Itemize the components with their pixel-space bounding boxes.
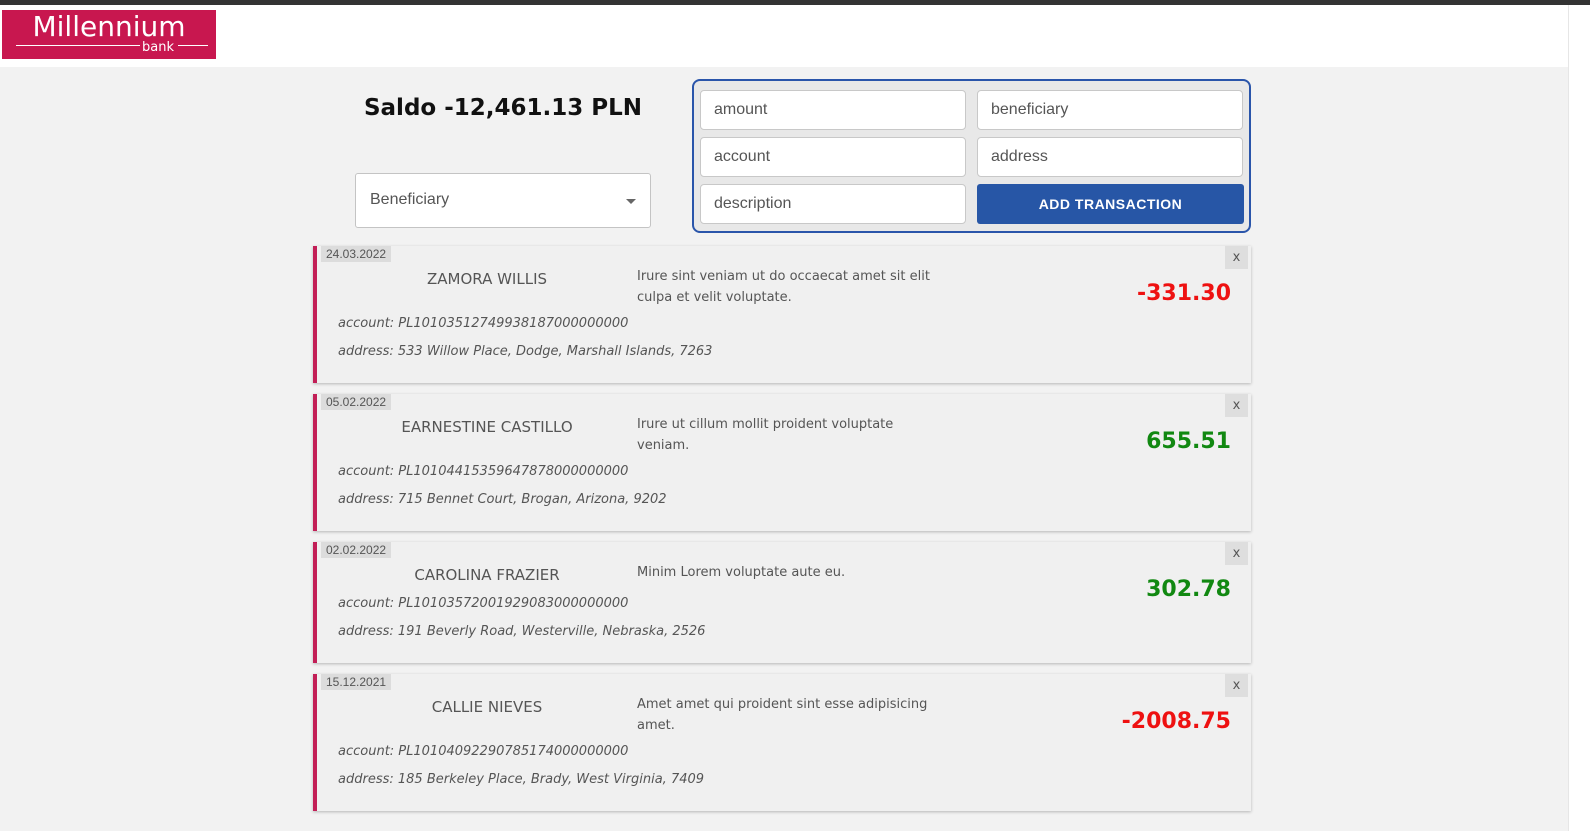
description-input[interactable] [700, 184, 966, 224]
transaction-account: account: PL10104415359647878000000000 [338, 464, 629, 479]
transaction-beneficiary: EARNESTINE CASTILLO [401, 418, 573, 436]
header: Millennium bank [0, 5, 1568, 67]
transaction-date: 02.02.2022 [321, 542, 392, 558]
transaction-address: address: 185 Berkeley Place, Brady, West… [338, 772, 705, 787]
transaction-description: Minim Lorem voluptate aute eu. [637, 565, 846, 580]
millennium-logo[interactable]: Millennium bank [2, 10, 216, 59]
beneficiary-input[interactable] [977, 90, 1243, 130]
logo-text: Millennium [32, 10, 186, 43]
select-value: Beneficiary [370, 191, 450, 208]
scrollbar[interactable] [1568, 5, 1590, 831]
chevron-down-icon [626, 199, 636, 204]
transaction-amount: -331.30 [1136, 281, 1231, 306]
transaction-address: address: 191 Beverly Road, Westerville, … [338, 624, 706, 639]
transaction-amount: -2008.75 [1121, 709, 1231, 734]
logo-subtext: bank [142, 40, 174, 55]
transaction-date: 05.02.2022 [321, 394, 392, 410]
add-transaction-form: ADD TRANSACTION [692, 79, 1251, 233]
transaction-account: account: PL10104092290785174000000000 [338, 744, 629, 759]
logo-rule-right [178, 45, 208, 46]
amount-input[interactable] [700, 90, 966, 130]
delete-transaction-button[interactable]: x [1225, 542, 1248, 565]
transaction-date: 15.12.2021 [321, 674, 392, 690]
transaction-account: account: PL10103572001929083000000000 [338, 596, 629, 611]
account-input[interactable] [700, 137, 966, 177]
transaction-address: address: 715 Bennet Court, Brogan, Arizo… [338, 492, 667, 507]
transaction-beneficiary: ZAMORA WILLIS [426, 270, 548, 288]
transaction-amount: 655.51 [1146, 429, 1231, 454]
transaction-description: Irure sint veniam ut do occaecat amet si… [637, 269, 930, 305]
transaction-address: address: 533 Willow Place, Dodge, Marsha… [338, 344, 713, 359]
delete-transaction-button[interactable]: x [1225, 674, 1248, 697]
transaction-card: 24.03.2022 ZAMORA WILLIS Irure sint veni… [313, 246, 1251, 383]
transaction-card: 05.02.2022 EARNESTINE CASTILLO Irure ut … [313, 394, 1251, 531]
delete-transaction-button[interactable]: x [1225, 246, 1248, 269]
transaction-card: 15.12.2021 CALLIE NIEVES Amet amet qui p… [313, 674, 1251, 811]
transaction-amount: 302.78 [1146, 577, 1231, 602]
transaction-description: Amet amet qui proident sint esse adipisi… [637, 697, 928, 733]
add-transaction-button[interactable]: ADD TRANSACTION [977, 184, 1244, 224]
transaction-beneficiary: CALLIE NIEVES [431, 698, 543, 716]
transaction-card: 02.02.2022 CAROLINA FRAZIER Minim Lorem … [313, 542, 1251, 663]
logo-rule [16, 45, 140, 46]
beneficiary-filter-select[interactable]: Beneficiary [355, 173, 651, 228]
transaction-description: Irure ut cillum mollit proident voluptat… [637, 417, 894, 453]
address-input[interactable] [977, 137, 1243, 177]
transaction-beneficiary: CAROLINA FRAZIER [414, 566, 560, 584]
transaction-account: account: PL10103512749938187000000000 [338, 316, 629, 331]
balance-label: Saldo -12,461.13 PLN [363, 95, 643, 121]
transaction-date: 24.03.2022 [321, 246, 392, 262]
delete-transaction-button[interactable]: x [1225, 394, 1248, 417]
